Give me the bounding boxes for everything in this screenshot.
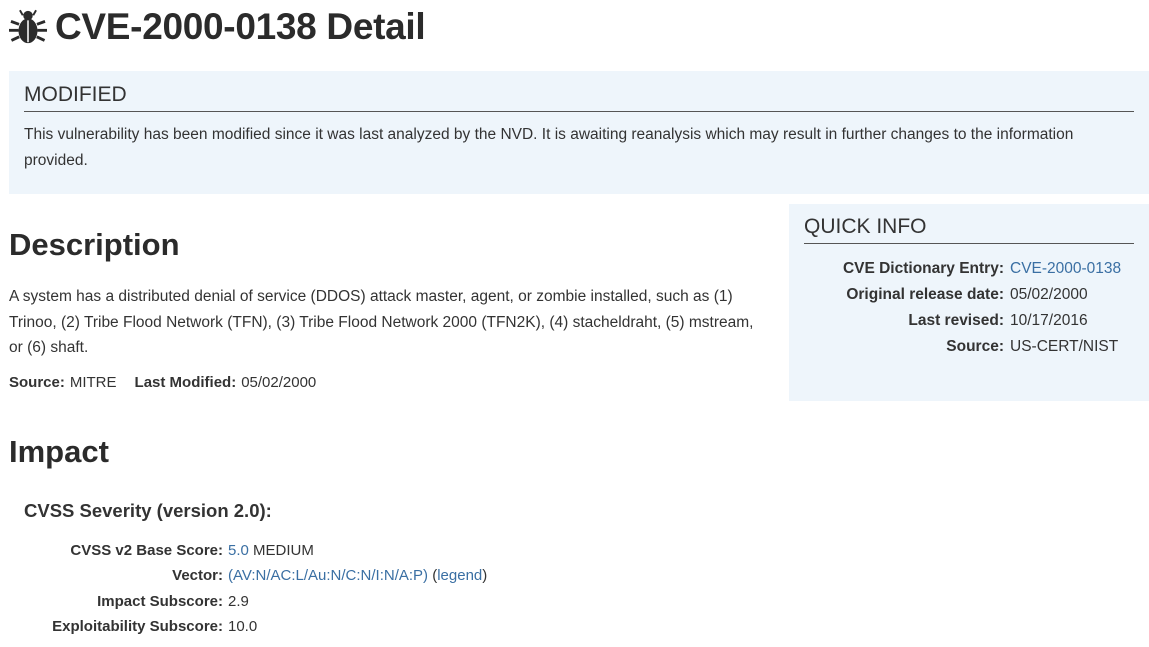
legend-link[interactable]: legend <box>437 567 482 584</box>
bug-icon <box>9 9 47 44</box>
alert-text: This vulnerability has been modified sin… <box>24 126 1074 169</box>
quick-info-row: CVE Dictionary Entry: CVE-2000-0138 <box>804 256 1121 282</box>
quick-source-label: Source: <box>946 338 1004 355</box>
modified-alert: MODIFIED This vulnerability has been mod… <box>9 71 1149 194</box>
last-modified-label: Last Modified: <box>134 374 237 391</box>
base-score-label: CVSS v2 Base Score: <box>70 542 223 560</box>
vector-label: Vector: <box>172 567 223 585</box>
alert-heading: MODIFIED <box>24 83 1134 112</box>
vector-link[interactable]: (AV:N/AC:L/Au:N/C:N/I:N/A:P) <box>228 567 428 584</box>
source-value: MITRE <box>69 374 117 391</box>
quick-info-heading: QUICK INFO <box>804 215 1134 244</box>
quick-info-table: CVE Dictionary Entry: CVE-2000-0138 Orig… <box>804 256 1121 360</box>
cvss-row: Vector: (AV:N/AC:L/Au:N/C:N/I:N/A:P) (le… <box>24 563 487 588</box>
description-text: A system has a distributed denial of ser… <box>9 288 754 356</box>
last-revised-value: 10/17/2016 <box>1010 312 1088 329</box>
release-date-label: Original release date: <box>846 286 1004 303</box>
description-heading: Description <box>9 227 180 262</box>
page-title: CVE-2000-0138 Detail <box>9 6 426 48</box>
cve-entry-link[interactable]: CVE-2000-0138 <box>1010 260 1121 277</box>
cvss-row: Impact Subscore: 2.9 <box>24 589 487 614</box>
cvss-row: Exploitability Subscore: 10.0 <box>24 614 487 639</box>
impact-heading: Impact <box>9 434 109 469</box>
impact-subscore-value: 2.9 <box>228 592 249 610</box>
quick-info-row: Last revised: 10/17/2016 <box>804 308 1121 334</box>
quick-info-row: Source: US-CERT/NIST <box>804 334 1121 360</box>
quick-info-row: Original release date: 05/02/2000 <box>804 282 1121 308</box>
base-score-link[interactable]: 5.0 <box>228 542 249 559</box>
release-date-value: 05/02/2000 <box>1010 286 1088 303</box>
page-title-text: CVE-2000-0138 Detail <box>55 6 426 47</box>
quick-source-value: US-CERT/NIST <box>1010 338 1119 355</box>
source-label: Source: <box>9 374 65 391</box>
cve-entry-label: CVE Dictionary Entry: <box>842 260 1004 277</box>
impact-subscore-label: Impact Subscore: <box>97 592 223 610</box>
last-modified-value: 05/02/2000 <box>241 374 317 391</box>
description-meta: Source: MITRE Last Modified: 05/02/2000 <box>9 374 316 391</box>
severity-value: MEDIUM <box>253 542 314 560</box>
cvss-row: CVSS v2 Base Score: 5.0 MEDIUM <box>24 538 487 563</box>
exploitability-value: 10.0 <box>228 618 258 636</box>
last-revised-label: Last revised: <box>908 312 1004 329</box>
exploitability-label: Exploitability Subscore: <box>52 618 223 636</box>
quick-info-panel: QUICK INFO CVE Dictionary Entry: CVE-200… <box>789 204 1149 401</box>
cvss-heading: CVSS Severity (version 2.0): <box>24 500 272 521</box>
cvss-table: CVSS v2 Base Score: 5.0 MEDIUM Vector: (… <box>24 538 487 639</box>
